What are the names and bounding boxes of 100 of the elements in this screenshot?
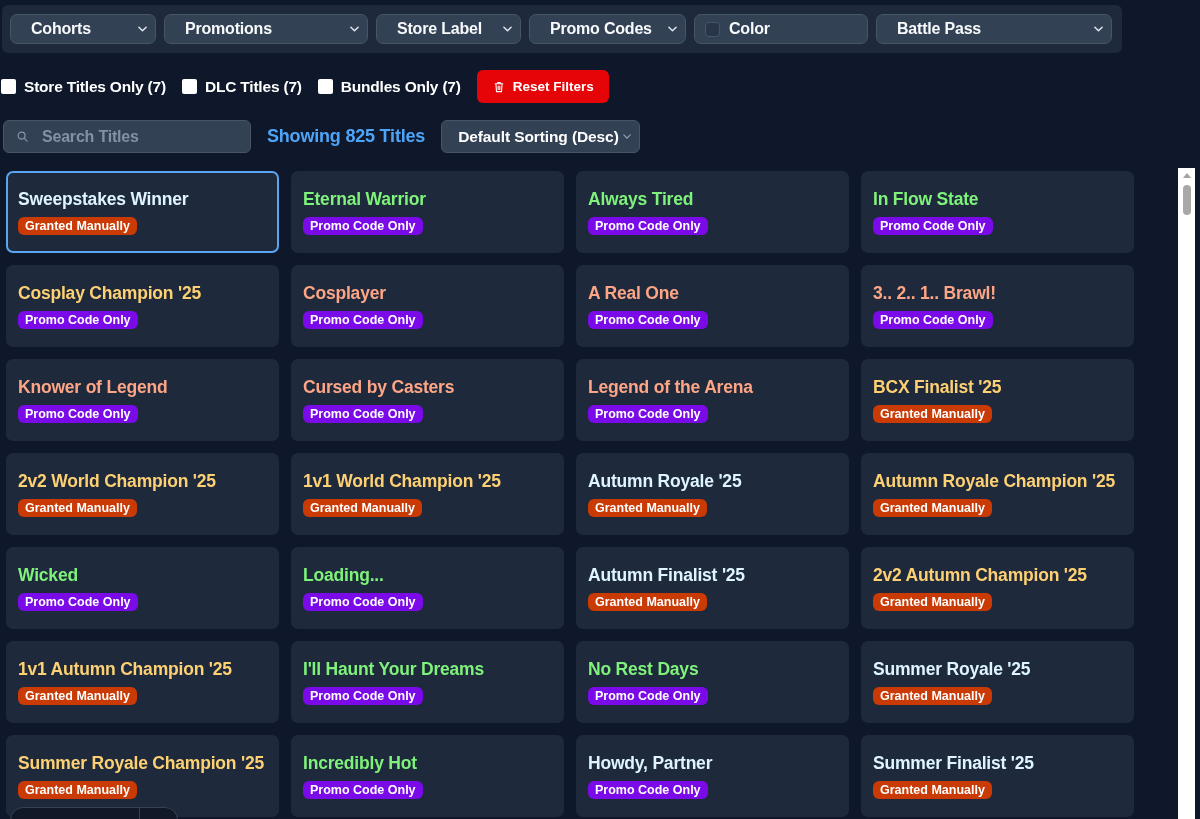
trash-icon [493, 80, 504, 93]
card-title: Eternal Warrior [303, 189, 426, 209]
search-icon [17, 131, 28, 142]
card-title: 2v2 Autumn Champion '25 [873, 565, 1087, 585]
title-card[interactable]: In Flow State Promo Code Only [861, 171, 1134, 253]
title-card[interactable]: Wicked Promo Code Only [6, 547, 279, 629]
source-badge: Granted Manually [18, 217, 137, 235]
filter-dropdown[interactable]: Cohorts [10, 14, 156, 44]
title-card[interactable]: A Real One Promo Code Only [576, 265, 849, 347]
title-card[interactable]: BCX Finalist '25 Granted Manually [861, 359, 1134, 441]
checkbox-label: Store Titles Only (7) [24, 77, 166, 96]
title-card[interactable]: Autumn Royale Champion '25 Granted Manually [861, 453, 1134, 535]
card-title: Autumn Royale '25 [588, 471, 742, 491]
source-badge: Granted Manually [303, 499, 422, 517]
source-badge: Granted Manually [873, 499, 992, 517]
reset-filters-button[interactable]: Reset Filters [476, 70, 609, 103]
card-title: I'll Haunt Your Dreams [303, 659, 484, 679]
chevron-down-icon [668, 26, 677, 32]
sort-dropdown[interactable]: Default Sorting (Desc) [441, 120, 640, 153]
title-card[interactable]: Cosplay Champion '25 Promo Code Only [6, 265, 279, 347]
title-card[interactable]: Always Tired Promo Code Only [576, 171, 849, 253]
card-title: Loading... [303, 565, 384, 585]
card-title: Autumn Finalist '25 [588, 565, 745, 585]
title-card[interactable]: Autumn Royale '25 Granted Manually [576, 453, 849, 535]
title-card[interactable]: 3.. 2.. 1.. Brawl! Promo Code Only [861, 265, 1134, 347]
card-title: 2v2 World Champion '25 [18, 471, 216, 491]
filter-dropdown[interactable]: Promo Codes [529, 14, 686, 44]
source-badge: Promo Code Only [18, 593, 138, 611]
source-badge: Promo Code Only [303, 593, 423, 611]
title-card[interactable]: No Rest Days Promo Code Only [576, 641, 849, 723]
title-card[interactable]: Eternal Warrior Promo Code Only [291, 171, 564, 253]
source-badge: Promo Code Only [873, 311, 993, 329]
card-title: Summer Finalist '25 [873, 753, 1034, 773]
chevron-down-icon [138, 26, 147, 32]
card-title: Cosplayer [303, 283, 386, 303]
card-title: Autumn Royale Champion '25 [873, 471, 1116, 491]
title-card[interactable]: Summer Royale Champion '25 Granted Manually [6, 735, 279, 817]
title-card[interactable]: 2v2 World Champion '25 Granted Manually [6, 453, 279, 535]
card-title: 1v1 Autumn Champion '25 [18, 659, 232, 679]
title-card[interactable]: Knower of Legend Promo Code Only [6, 359, 279, 441]
scrollbar-track[interactable] [1178, 168, 1195, 819]
title-card[interactable]: Cosplayer Promo Code Only [291, 265, 564, 347]
chevron-down-icon [350, 26, 359, 32]
card-title: A Real One [588, 283, 679, 303]
title-card[interactable]: Cursed by Casters Promo Code Only [291, 359, 564, 441]
title-card[interactable]: Legend of the Arena Promo Code Only [576, 359, 849, 441]
source-badge: Granted Manually [873, 593, 992, 611]
chevron-down-icon [1094, 26, 1103, 32]
color-filter[interactable]: Color [694, 14, 868, 44]
card-title: Always Tired [588, 189, 694, 209]
source-badge: Granted Manually [873, 687, 992, 705]
title-card[interactable]: Howdy, Partner Promo Code Only [576, 735, 849, 817]
checkbox[interactable] [317, 79, 333, 94]
source-badge: Promo Code Only [588, 311, 708, 329]
chevron-down-icon [622, 134, 631, 139]
title-card[interactable]: I'll Haunt Your Dreams Promo Code Only [291, 641, 564, 723]
checkbox[interactable] [181, 79, 197, 94]
title-card[interactable]: Summer Royale '25 Granted Manually [861, 641, 1134, 723]
title-card[interactable]: Loading... Promo Code Only [291, 547, 564, 629]
source-badge: Promo Code Only [303, 311, 423, 329]
title-card[interactable]: 1v1 World Champion '25 Granted Manually [291, 453, 564, 535]
checkbox-label: Bundles Only (7) [340, 77, 461, 96]
source-badge: Promo Code Only [588, 217, 708, 235]
title-card[interactable]: Summer Finalist '25 Granted Manually [861, 735, 1134, 817]
source-badge: Granted Manually [588, 593, 707, 611]
checkbox[interactable] [1, 79, 16, 94]
filter-dropdown[interactable]: Promotions [164, 14, 368, 44]
card-title: In Flow State [873, 189, 979, 209]
card-title: No Rest Days [588, 659, 699, 679]
source-badge: Promo Code Only [18, 405, 138, 423]
source-badge: Promo Code Only [303, 217, 423, 235]
card-title: 3.. 2.. 1.. Brawl! [873, 283, 996, 303]
scrollbar-thumb[interactable] [1182, 185, 1191, 215]
card-title: Summer Royale Champion '25 [18, 753, 264, 773]
title-card[interactable]: 1v1 Autumn Champion '25 Granted Manually [6, 641, 279, 723]
source-badge: Promo Code Only [303, 687, 423, 705]
source-badge: Promo Code Only [588, 405, 708, 423]
card-title: Summer Royale '25 [873, 659, 1031, 679]
source-badge: Promo Code Only [588, 781, 708, 799]
chevron-down-icon [503, 26, 512, 32]
card-title: Sweepstakes Winner [18, 189, 189, 209]
source-badge: Granted Manually [873, 781, 992, 799]
result-count: Showing 825 Titles [267, 126, 426, 147]
scroll-up-icon[interactable] [1182, 173, 1191, 178]
source-badge: Promo Code Only [303, 781, 423, 799]
checkbox-label: DLC Titles (7) [204, 77, 302, 96]
search-field[interactable]: Search Titles [3, 120, 251, 153]
source-badge: Granted Manually [873, 405, 992, 423]
filter-dropdown[interactable]: Store Label [376, 14, 521, 44]
title-card[interactable]: Incredibly Hot Promo Code Only [291, 735, 564, 817]
title-card[interactable]: 2v2 Autumn Champion '25 Granted Manually [861, 547, 1134, 629]
filter-dropdown[interactable]: Battle Pass [876, 14, 1112, 44]
source-badge: Granted Manually [18, 781, 137, 799]
card-title: Cosplay Champion '25 [18, 283, 201, 303]
source-badge: Granted Manually [588, 499, 707, 517]
card-title: Cursed by Casters [303, 377, 455, 397]
title-card[interactable]: Sweepstakes Winner Granted Manually [6, 171, 279, 253]
source-badge: Promo Code Only [303, 405, 423, 423]
title-card[interactable]: Autumn Finalist '25 Granted Manually [576, 547, 849, 629]
card-title: BCX Finalist '25 [873, 377, 1002, 397]
